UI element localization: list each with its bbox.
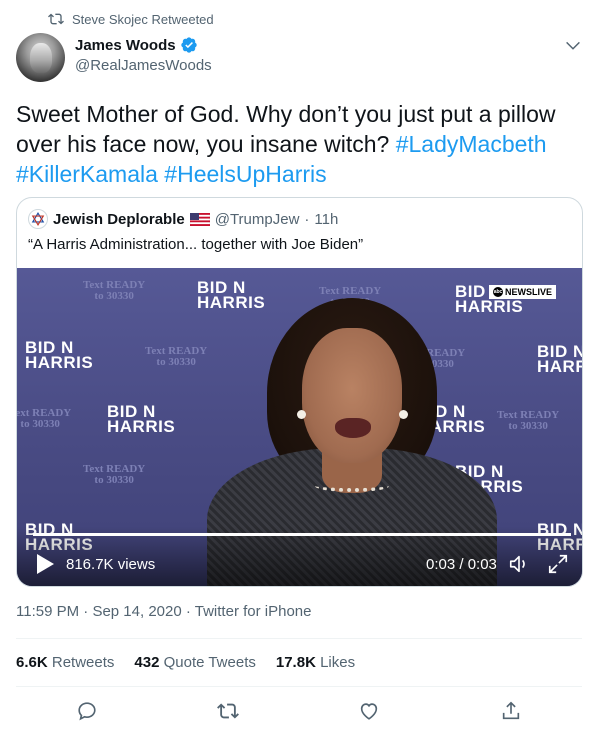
abc-logo-icon: abc (493, 287, 503, 297)
star-of-david-icon (31, 212, 45, 226)
tweet: Steve Skojec Retweeted James Woods @Real… (0, 0, 598, 735)
quote-handle: @TrumpJew (214, 210, 300, 228)
reply-icon (78, 702, 96, 721)
volume-icon[interactable] (508, 553, 530, 575)
news-live-badge: abc NEWSLIVE (489, 285, 557, 299)
quote-header: Jewish Deplorable @TrumpJew · 11h (28, 209, 338, 229)
quote-age: 11h (314, 210, 339, 228)
chevron-down-icon (566, 41, 580, 50)
heart-icon (360, 703, 378, 720)
quote-text: “A Harris Administration... together wit… (28, 236, 364, 253)
quote-tweets-stat[interactable]: 432 Quote Tweets (134, 654, 255, 671)
divider (16, 638, 582, 639)
view-count: 816.7K views (66, 556, 156, 573)
tweet-time[interactable]: 11:59 PM (16, 603, 79, 620)
background-sign: Text READYto 30330 (145, 345, 208, 368)
background-sign: BID NHARRIS (25, 338, 94, 372)
background-sign: Text READYto 30330 (17, 407, 72, 430)
background-sign: BID NHARRIS (107, 402, 176, 436)
video-progress-fill (33, 533, 571, 536)
retweets-stat[interactable]: 6.6K Retweets (16, 654, 114, 671)
background-sign: Text READYto 30330 (83, 463, 146, 486)
divider (16, 686, 582, 687)
reply-button[interactable] (75, 699, 99, 723)
video-progress-bar[interactable] (33, 533, 571, 536)
verified-badge-icon (180, 37, 197, 53)
background-sign: Text READYto 30330 (83, 279, 146, 302)
retweet-icon (48, 13, 64, 25)
retweet-button[interactable] (216, 699, 240, 723)
video-time: 0:03 / 0:03 (426, 556, 497, 573)
share-button[interactable] (499, 699, 523, 723)
play-icon[interactable] (35, 553, 55, 575)
hashtag-link[interactable]: #LadyMacbeth (396, 131, 547, 157)
tweet-timestamp: 11:59 PM · Sep 14, 2020 · Twitter for iP… (16, 603, 312, 620)
tweet-actions (0, 697, 598, 727)
tweet-source[interactable]: Twitter for iPhone (195, 603, 312, 620)
background-sign: Text READYto 30330 (497, 409, 560, 432)
author-display-name[interactable]: James Woods (75, 37, 176, 54)
retweet-icon (217, 703, 239, 719)
hashtag-link[interactable]: #HeelsUpHarris (164, 161, 326, 187)
tweet-date[interactable]: Sep 14, 2020 (92, 603, 181, 620)
quote-avatar[interactable] (28, 209, 48, 229)
more-options-button[interactable] (562, 34, 584, 56)
like-button[interactable] (357, 699, 381, 723)
author-handle[interactable]: @RealJamesWoods (75, 57, 212, 74)
share-icon (502, 701, 520, 720)
retweet-text: Steve Skojec Retweeted (72, 11, 214, 27)
quote-display-name: Jewish Deplorable (53, 210, 185, 228)
quoted-tweet[interactable]: Jewish Deplorable @TrumpJew · 11h “A Har… (16, 197, 583, 587)
likes-stat[interactable]: 17.8K Likes (276, 654, 355, 671)
hashtag-link[interactable]: #KillerKamala (16, 161, 158, 187)
retweet-context[interactable]: Steve Skojec Retweeted (48, 11, 214, 27)
tweet-stats: 6.6K Retweets 432 Quote Tweets 17.8K Lik… (16, 654, 355, 671)
quote-separator: · (304, 210, 310, 228)
fullscreen-icon[interactable] (547, 553, 569, 575)
tweet-text: Sweet Mother of God. Why don’t you just … (16, 99, 582, 189)
author-block: James Woods @RealJamesWoods (75, 36, 212, 75)
avatar[interactable] (16, 33, 65, 82)
video-player[interactable]: Text READY to 30330 BID N HARRIS Text READ… (17, 268, 582, 586)
background-sign: BID NHARRIS (537, 342, 582, 376)
us-flag-icon (189, 212, 210, 226)
